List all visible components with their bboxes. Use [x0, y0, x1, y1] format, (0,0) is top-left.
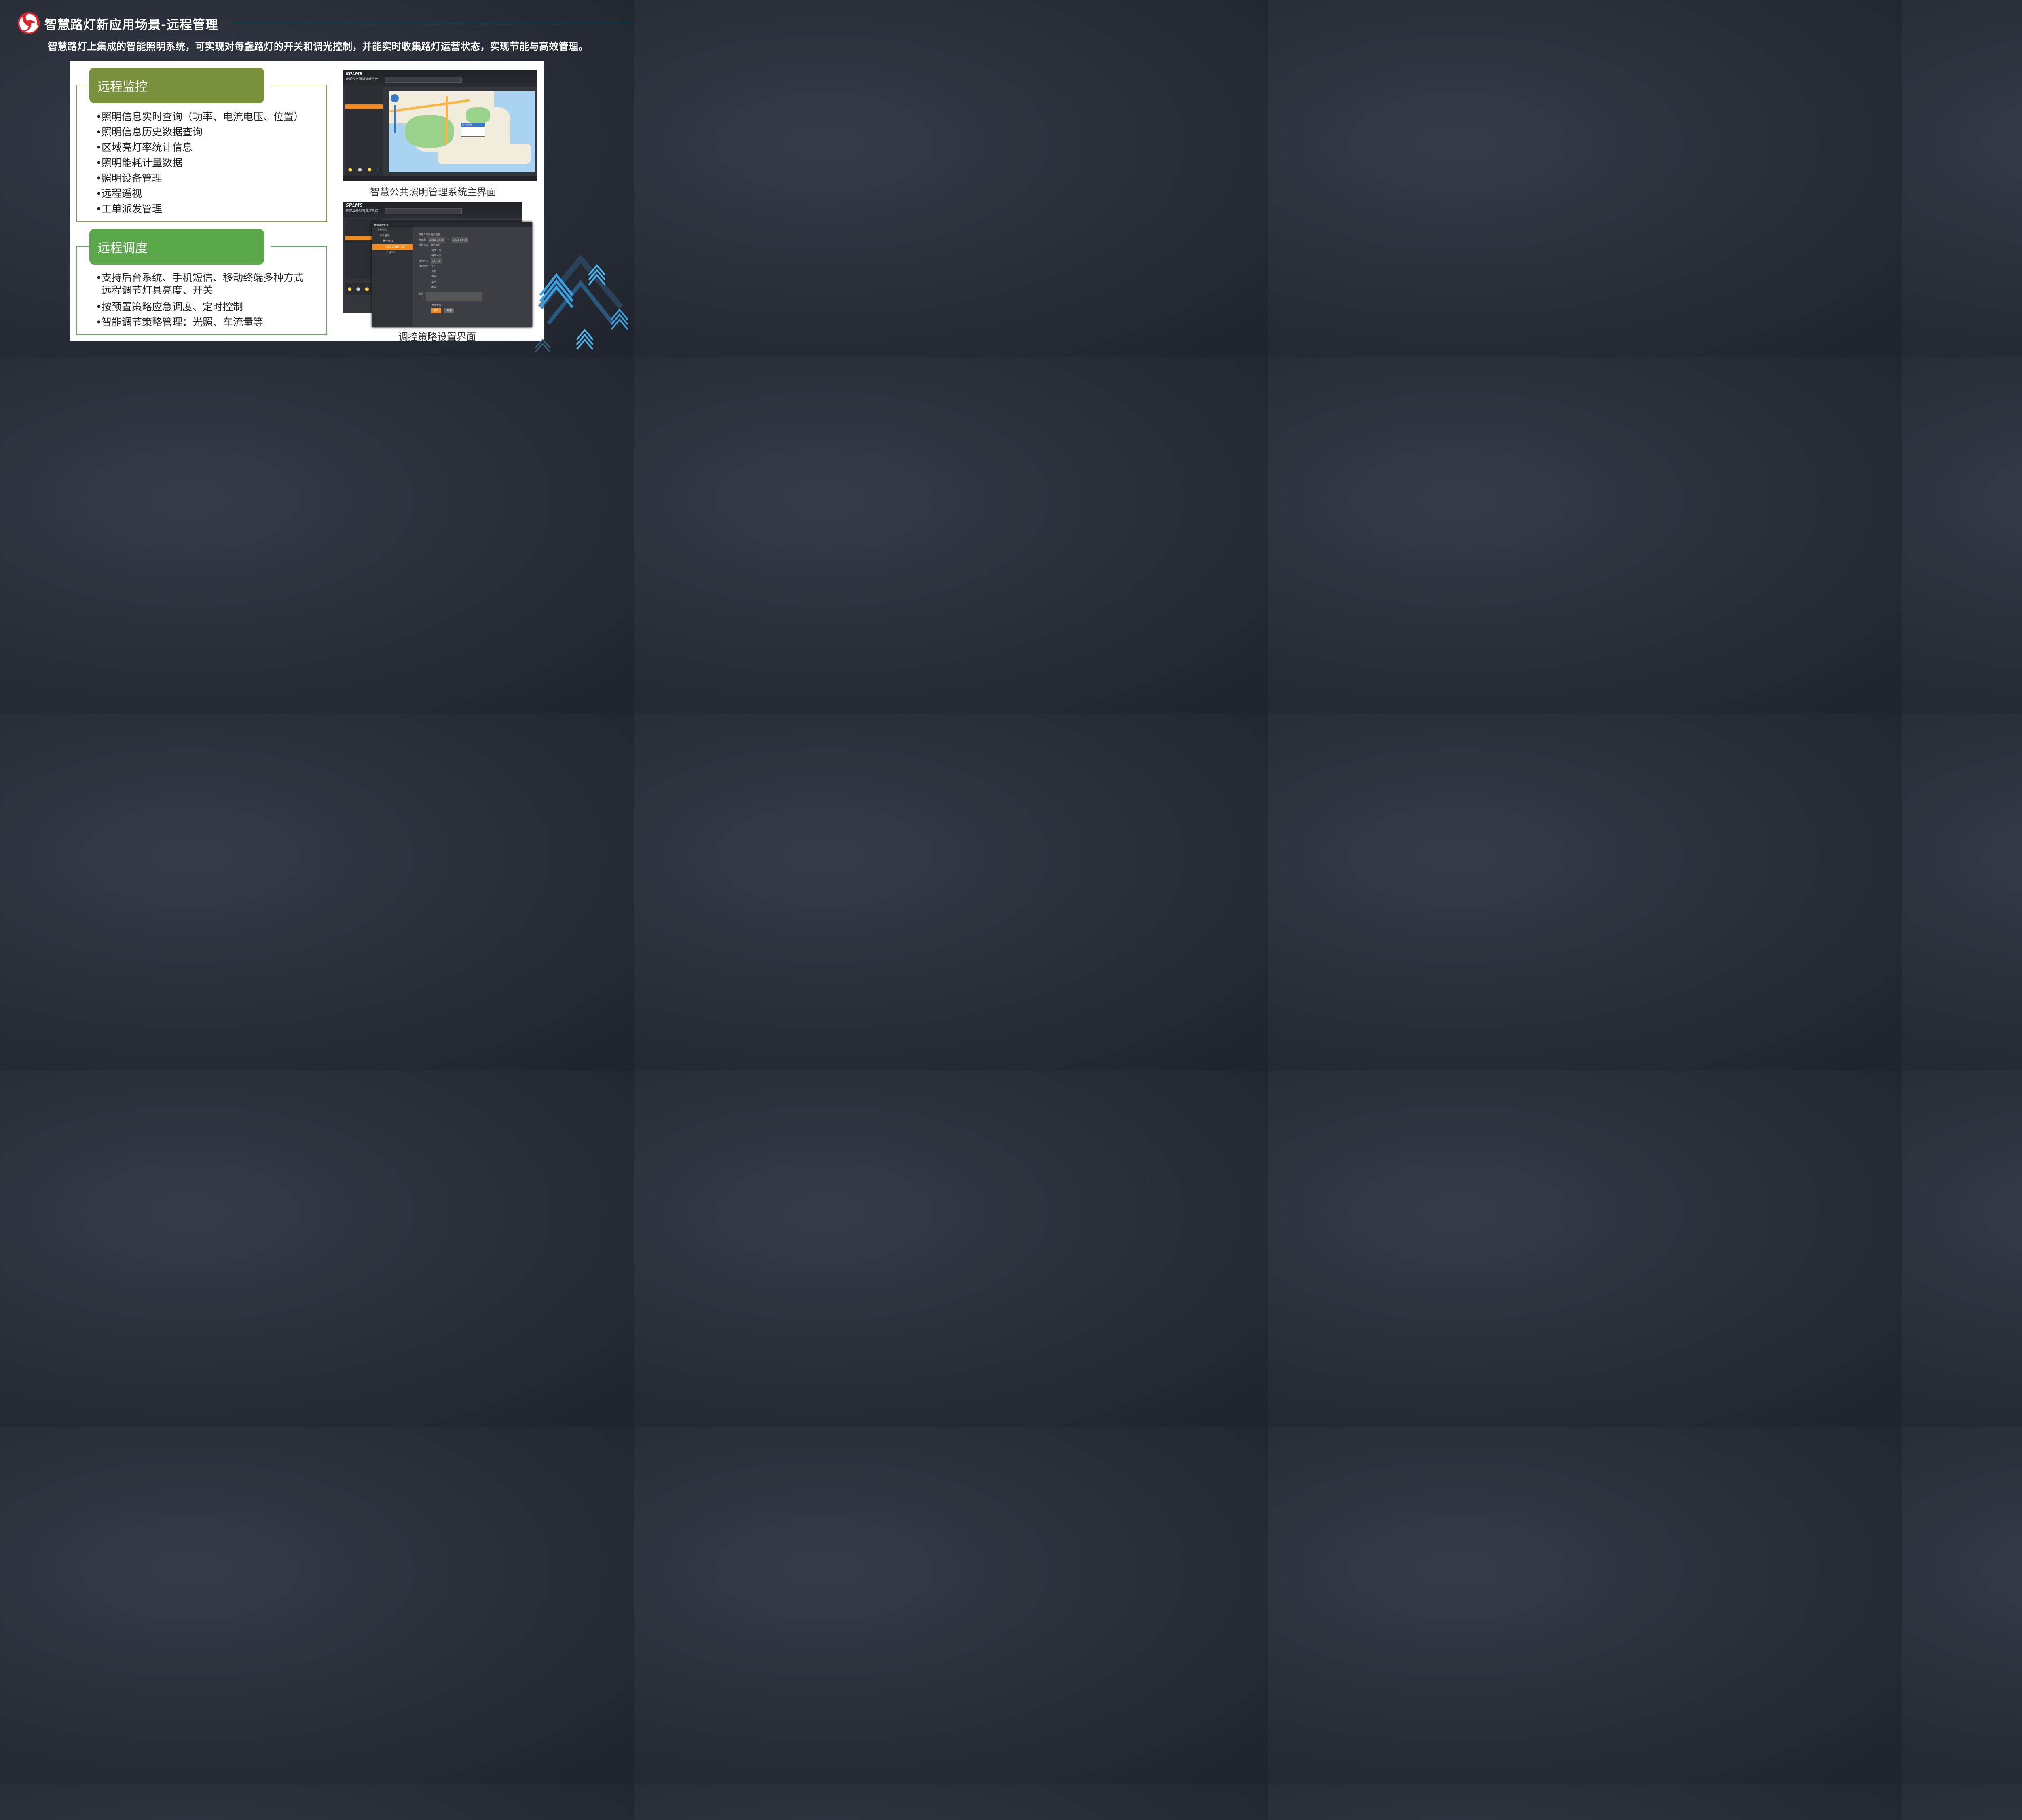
bulb-dim-icon[interactable]: ● — [365, 286, 369, 292]
brand-label: SPLMS — [346, 203, 363, 208]
content-card: 远程监控 • 照明信息实时查询（功率、电流电压、位置） • 照明信息历史数据查询 •… — [70, 61, 544, 343]
monitoring-heading: 远程监控 — [89, 68, 264, 103]
list-item: • 区域亮灯率统计信息 — [96, 142, 193, 153]
dispatch-heading: 远程调度 — [89, 229, 264, 265]
dispatch-list: • 支持后台系统、手机短信、移动终端多种方式远程调节灯具亮度、开关 • 按预置策略应… — [96, 271, 306, 330]
bulb-off-icon[interactable]: ● — [356, 286, 360, 292]
brand-subtitle: 智慧公共照明管理系统 — [345, 77, 378, 81]
note-field[interactable] — [426, 292, 483, 301]
bulb-off-icon[interactable]: ● — [358, 167, 362, 172]
list-item: • 远程遥视 — [96, 188, 142, 199]
list-item: • 按预置策略应急调度、定时控制 — [96, 301, 243, 313]
strategy-caption: 调控策略设置界面 — [398, 331, 476, 343]
mode-option[interactable]: 每周一次 — [419, 253, 528, 258]
task-form: 请输入定时任务信息 有效期 2013-03-08 ~2013-03-08 执行模式单… — [419, 232, 528, 313]
bulb-on-icon[interactable]: ● — [347, 286, 351, 292]
list-item: • 照明能耗计量数据 — [96, 157, 183, 169]
tree-node[interactable]: 监控中心 — [372, 227, 413, 233]
top-menu — [385, 208, 462, 214]
list-item: • 智能调节策略管理：光照、车流量等 — [96, 316, 264, 328]
mode-option[interactable]: 每天一次 — [419, 248, 528, 253]
list-item: • 照明信息历史数据查询 — [96, 126, 203, 138]
map-popup: 集中控制器 — [461, 123, 485, 137]
cmd-option[interactable]: 上电 — [419, 279, 528, 285]
tree-node[interactable]: 演示区域 — [372, 233, 413, 239]
brand-subtitle: 智慧公共照明管理系统 — [345, 209, 378, 212]
send-now-checkbox[interactable]: 立即下发 — [419, 303, 528, 308]
bulb-dim-icon[interactable]: ● — [368, 167, 372, 172]
decorative-chevrons — [535, 254, 628, 353]
cmd-option[interactable]: 断电 — [419, 285, 528, 290]
time-field[interactable]: 15 : 15 — [431, 258, 442, 264]
main-interface-screenshot: SPLMS 智慧公共照明管理系统 ● ● ● ⌕ 集中控制器 — [343, 70, 537, 181]
tree-node[interactable]: 分组001 — [372, 250, 413, 256]
cancel-button[interactable]: 取消 — [444, 308, 455, 313]
main-interface-caption: 智慧公共照明管理系统主界面 — [370, 186, 496, 198]
cmd-option[interactable]: 开灯 — [431, 264, 436, 269]
list-item: • 支持后台系统、手机短信、移动终端多种方式远程调节灯具亮度、开关 — [96, 272, 304, 296]
dialog-title: 新增定时任务 — [372, 222, 532, 227]
date-to-field[interactable]: 2013-03-08 — [451, 237, 468, 243]
mode-option[interactable]: 单次执行 — [431, 243, 440, 248]
list-item: • 照明设备管理 — [96, 172, 163, 184]
tree-node-selected[interactable]: CCD1010010007 — [372, 244, 413, 250]
top-menu — [385, 77, 462, 83]
monitoring-list: • 照明信息实时查询（功率、电流电压、位置） • 照明信息历史数据查询 • 区域亮灯率… — [96, 109, 304, 217]
device-tree — [345, 87, 383, 163]
page-subtitle: 智慧路灯上集成的智能照明系统，可实现对每盏路灯的开关和调光控制，并能实时收集路灯… — [48, 41, 588, 52]
save-button[interactable]: 保存 — [431, 308, 442, 313]
brand-label: SPLMS — [346, 71, 363, 76]
cmd-option[interactable]: 关灯 — [419, 269, 528, 274]
tree-node[interactable]: 集中器01 — [372, 239, 413, 244]
map-view[interactable]: 集中控制器 — [389, 91, 535, 172]
search-icon[interactable]: ⌕ — [377, 167, 380, 173]
page-title: 智慧路灯新应用场景-远程管理 — [44, 18, 218, 32]
cmd-option[interactable]: 调光 — [419, 274, 528, 279]
list-item: • 照明信息实时查询（功率、电流电压、位置） — [96, 111, 304, 123]
list-item: • 工单派发管理 — [96, 203, 163, 215]
bulb-on-icon[interactable]: ● — [348, 167, 352, 172]
task-dialog: 新增定时任务 监控中心 演示区域 集中器01 CCD1010010007 分组0… — [372, 222, 532, 327]
date-from-field[interactable]: 2013-03-08 — [428, 237, 445, 243]
company-logo — [17, 12, 40, 34]
